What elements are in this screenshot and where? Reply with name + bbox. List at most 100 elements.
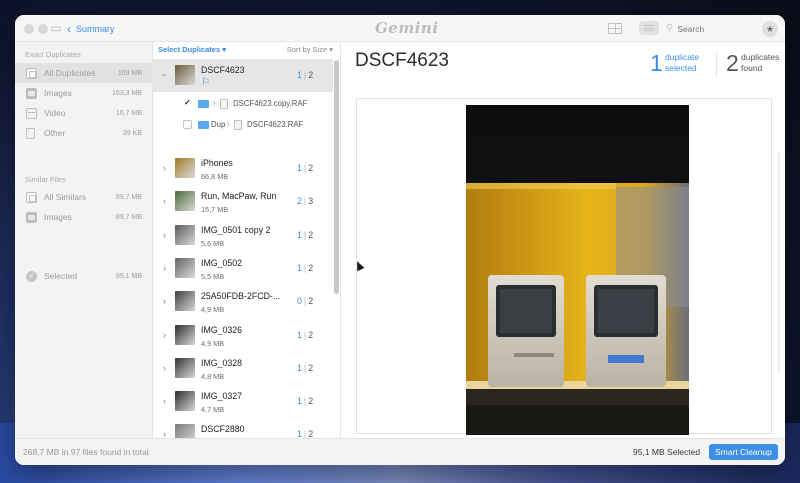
selected-count: 1 <box>650 50 663 76</box>
group-thumbnail <box>175 424 195 438</box>
duplicate-group-row[interactable]: › IMG_0326 4,9 MB 1 | 2 <box>153 319 333 352</box>
brush-icon: ⚐ <box>201 77 210 88</box>
select-duplicates-dropdown[interactable]: Select Duplicates ▾ <box>158 45 226 54</box>
sidebar-item-label: All Similars <box>44 192 87 202</box>
search-box[interactable]: ⚲ <box>662 21 757 36</box>
sidebar-item-similar-images[interactable]: Images 89,7 MB <box>15 207 153 227</box>
chevron-right-icon[interactable]: › <box>163 230 166 240</box>
chevron-right-icon[interactable]: › <box>163 263 166 273</box>
group-name: iPhones <box>201 158 233 168</box>
chevron-right-icon[interactable]: › <box>163 296 166 306</box>
group-size: 5,5 MB <box>201 271 225 281</box>
sidebar-item-video[interactable]: Video 16,7 MB <box>15 103 153 123</box>
total-found-text: 268,7 MB in 97 files found in total <box>23 447 149 457</box>
chevron-right-icon[interactable]: › <box>163 396 166 406</box>
chevron-right-icon[interactable]: › <box>163 196 166 206</box>
sidebar-item-all-duplicates[interactable]: All Duplicates 169 MB <box>15 63 153 83</box>
detail-scrollbar[interactable] <box>778 152 780 372</box>
grid-view-icon[interactable] <box>608 23 622 34</box>
duplicate-group-row[interactable]: › DSCF4623 ⚐ 1 | 2 <box>153 59 333 92</box>
sort-dropdown[interactable]: Sort by Size ▾ <box>287 45 333 54</box>
status-bar: 268,7 MB in 97 files found in total 95,1… <box>15 438 785 465</box>
chevron-right-icon[interactable]: › <box>163 429 166 438</box>
duplicate-group-row[interactable]: › 25A50FDB-2FCD-... 4,9 MB 0 | 2 <box>153 285 333 318</box>
close-window-button[interactable] <box>24 24 34 34</box>
file-name: DSCF4623.RAF <box>247 120 304 129</box>
file-name: DSCF4623 copy.RAF <box>233 99 308 108</box>
group-name: IMG_0328 <box>201 357 243 368</box>
sidebar-item-label: Selected <box>44 271 78 281</box>
sidebar-item-size: 163,3 MB <box>112 89 142 97</box>
star-icon[interactable]: ★ <box>762 21 778 37</box>
sidebar-item-size: 89,7 MB <box>115 213 142 221</box>
duplicate-group-row[interactable]: › IMG_0501 copy 2 5,6 MB 1 | 2 <box>153 219 333 252</box>
found-count: 2 <box>726 50 739 76</box>
group-thumbnail <box>175 65 195 85</box>
list-scrollbar[interactable] <box>334 60 339 294</box>
duplicate-file-row[interactable]: ✓ › DSCF4623 copy.RAF <box>153 94 333 114</box>
group-name: DSCF4623 <box>201 65 245 75</box>
image-icon <box>26 87 37 99</box>
similar-files-header: Similar Files <box>25 175 66 184</box>
file-icon <box>220 99 228 109</box>
group-count: 1 | 2 <box>297 429 314 438</box>
chevron-down-icon[interactable]: › <box>160 74 170 77</box>
group-size: 66,8 MB <box>201 172 229 181</box>
back-summary-link[interactable]: ‹ Summary <box>67 21 115 37</box>
list-header: Select Duplicates ▾ Sort by Size ▾ <box>153 42 340 58</box>
file-checkbox[interactable] <box>183 120 192 129</box>
group-name: IMG_0327 <box>201 391 243 402</box>
chevron-right-icon[interactable]: › <box>163 330 166 340</box>
group-thumbnail <box>175 357 195 378</box>
group-size: 4,9 MB <box>201 338 225 348</box>
image-icon <box>26 211 37 223</box>
group-count: 2 | 3 <box>297 196 314 207</box>
group-count: 1 | 2 <box>297 163 314 173</box>
duplicate-group-row[interactable]: › IMG_0328 4,8 MB 1 | 2 <box>153 352 333 385</box>
duplicate-group-row[interactable]: › IMG_0327 4,7 MB 1 | 2 <box>153 385 333 418</box>
preview-frame <box>356 98 772 435</box>
detail-pane: DSCF4623 1 duplicate selected 2 duplicate… <box>342 42 785 438</box>
list-view-button[interactable] <box>639 21 659 35</box>
sidebar-item-other[interactable]: Other 39 KB <box>15 123 153 143</box>
group-name: IMG_0501 copy 2 <box>201 224 271 235</box>
sidebar-item-all-similars[interactable]: All Similars 89,7 MB <box>15 187 153 207</box>
group-size: 4,7 MB <box>201 405 225 415</box>
back-summary-label: Summary <box>76 24 115 34</box>
group-size: 5,6 MB <box>201 238 225 248</box>
folder-icon <box>198 121 209 129</box>
sidebar-item-selected[interactable]: ✓ Selected 95,1 MB <box>15 266 153 286</box>
chevron-down-icon: ▾ <box>329 45 333 54</box>
sidebar-item-label: Other <box>44 128 66 138</box>
sidebar-item-label: All Duplicates <box>44 68 96 78</box>
group-thumbnail <box>175 291 195 312</box>
file-checkbox[interactable]: ✓ <box>183 99 192 108</box>
group-thumbnail <box>175 191 195 212</box>
duplicate-file-row[interactable]: Dup › DSCF4623.RAF <box>153 115 333 135</box>
sidebar-item-images[interactable]: Images 163,3 MB <box>15 83 153 103</box>
sidebar-toggle-icon[interactable]: ▭ <box>47 21 65 35</box>
group-name: DSCF2880 <box>201 424 245 435</box>
search-input[interactable] <box>677 23 748 34</box>
duplicate-group-row[interactable]: › iPhones 66,8 MB 1 | 2 <box>153 152 333 185</box>
duplicate-group-row[interactable]: › IMG_0502 5,5 MB 1 | 2 <box>153 252 333 285</box>
group-thumbnail <box>175 224 195 245</box>
chevron-right-icon[interactable]: › <box>163 163 166 173</box>
chevron-right-icon: › <box>213 98 216 107</box>
folder-name: Dup <box>211 120 226 129</box>
group-name: IMG_0502 <box>201 257 243 268</box>
duplicate-group-row[interactable]: › Run, MacPaw, Run 15,7 MB 2 | 3 <box>153 185 333 218</box>
group-size: 4,9 MB <box>201 305 225 315</box>
duplicate-group-row[interactable]: ›DSCF28804,5 MB1|2 <box>153 418 333 438</box>
group-size: 4,8 MB <box>201 371 225 381</box>
app-logo: Gemini <box>375 19 439 37</box>
selected-size-text: 95,1 MB Selected <box>633 447 701 457</box>
selected-label: duplicate selected <box>665 52 700 73</box>
group-thumbnail <box>175 158 195 178</box>
group-size: 15,7 MB <box>201 205 229 215</box>
smart-cleanup-button[interactable]: Smart Cleanup <box>709 444 778 460</box>
chevron-right-icon[interactable]: › <box>163 363 166 373</box>
found-label: duplicates found <box>741 52 780 73</box>
duplicates-icon <box>26 67 37 79</box>
sidebar-item-size: 89,7 MB <box>115 193 142 201</box>
